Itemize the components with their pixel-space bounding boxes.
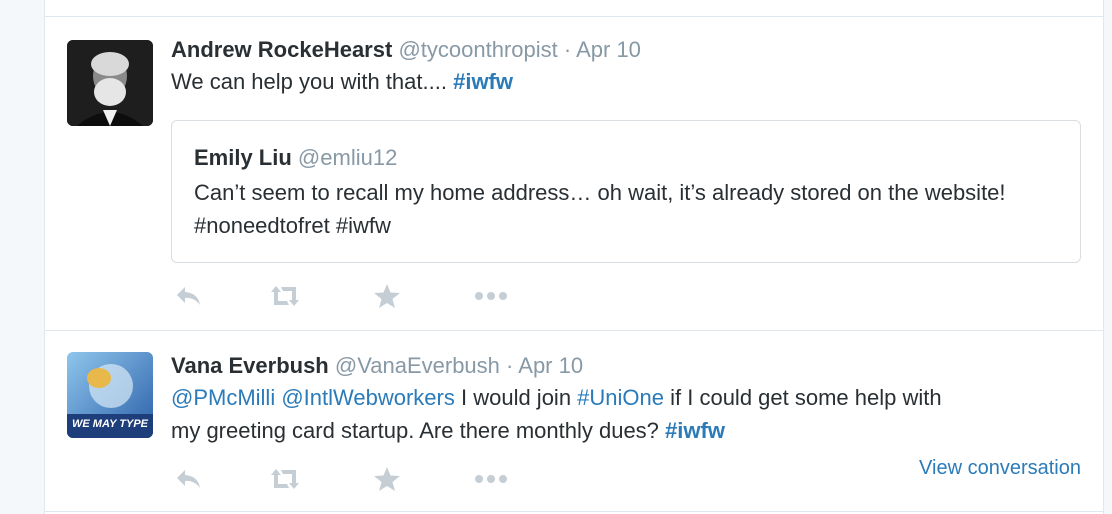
retweet-button[interactable] bbox=[267, 281, 303, 311]
favorite-icon bbox=[374, 284, 400, 308]
retweet-icon bbox=[271, 469, 299, 489]
tweet-text-plain: I would join bbox=[454, 385, 578, 410]
more-icon bbox=[475, 292, 507, 300]
mention-link[interactable]: @IntlWebworkers bbox=[281, 385, 455, 410]
view-conversation-link[interactable]: View conversation bbox=[919, 457, 1081, 480]
tweet-header: Vana Everbush @VanaEverbush · Apr 10 bbox=[171, 353, 583, 379]
tweet-text-plain: if I could get some help with bbox=[664, 385, 942, 410]
hashtag-link[interactable]: #iwfw bbox=[453, 69, 513, 94]
avatar-logo-text: WE MAY TYPE bbox=[72, 418, 148, 430]
tweet[interactable]: WE MAY TYPE Vana Everbush @VanaEverbush … bbox=[45, 331, 1103, 514]
reply-button[interactable] bbox=[171, 464, 207, 494]
tweet[interactable]: Andrew RockeHearst @tycoonthropist · Apr… bbox=[45, 17, 1103, 330]
favorite-button[interactable] bbox=[369, 281, 405, 311]
tweet-header: Andrew RockeHearst @tycoonthropist · Apr… bbox=[171, 37, 641, 63]
avatar[interactable] bbox=[67, 40, 153, 126]
tweet-text: @PMcMilli @IntlWebworkers I would join #… bbox=[171, 381, 942, 447]
quoted-tweet-header: Emily Liu @emliu12 bbox=[194, 145, 397, 171]
tweet-text-plain: We can help you with that.... bbox=[171, 69, 454, 94]
reply-icon bbox=[177, 470, 200, 488]
author-username[interactable]: @VanaEverbush bbox=[335, 353, 500, 378]
separator-dot: · bbox=[506, 353, 514, 378]
more-icon bbox=[475, 475, 507, 483]
mention-link[interactable]: @PMcMilli bbox=[171, 385, 275, 410]
quoted-author-username: @emliu12 bbox=[297, 145, 398, 170]
quoted-tweet-text: Can’t seem to recall my home address… oh… bbox=[194, 180, 1006, 238]
quoted-author-fullname: Emily Liu bbox=[194, 145, 292, 170]
tweet-text-plain: my greeting card startup. Are there mont… bbox=[171, 418, 666, 443]
quoted-tweet[interactable]: Emily Liu @emliu12 Can’t seem to recall … bbox=[171, 120, 1081, 263]
avatar-portrait-image bbox=[67, 40, 153, 126]
favorite-icon bbox=[374, 467, 400, 491]
more-button[interactable] bbox=[471, 464, 511, 494]
author-fullname[interactable]: Vana Everbush bbox=[171, 353, 329, 378]
reply-button[interactable] bbox=[171, 281, 207, 311]
author-username[interactable]: @tycoonthropist bbox=[398, 37, 557, 62]
hashtag-link[interactable]: #UniOne bbox=[577, 385, 664, 410]
separator-dot: · bbox=[563, 37, 572, 62]
favorite-button[interactable] bbox=[369, 464, 405, 494]
more-button[interactable] bbox=[471, 281, 511, 311]
tweet-timestamp[interactable]: Apr 10 bbox=[576, 37, 641, 62]
author-fullname[interactable]: Andrew RockeHearst bbox=[171, 37, 392, 62]
reply-icon bbox=[177, 287, 200, 305]
avatar[interactable]: WE MAY TYPE bbox=[67, 352, 153, 438]
divider bbox=[45, 511, 1103, 512]
hashtag-link[interactable]: #iwfw bbox=[665, 418, 725, 443]
tweet-timestamp[interactable]: Apr 10 bbox=[518, 353, 583, 378]
retweet-icon bbox=[271, 286, 299, 306]
retweet-button[interactable] bbox=[267, 464, 303, 494]
tweet-text: We can help you with that.... #iwfw bbox=[171, 65, 513, 98]
tweet-stream: Andrew RockeHearst @tycoonthropist · Apr… bbox=[44, 0, 1104, 514]
